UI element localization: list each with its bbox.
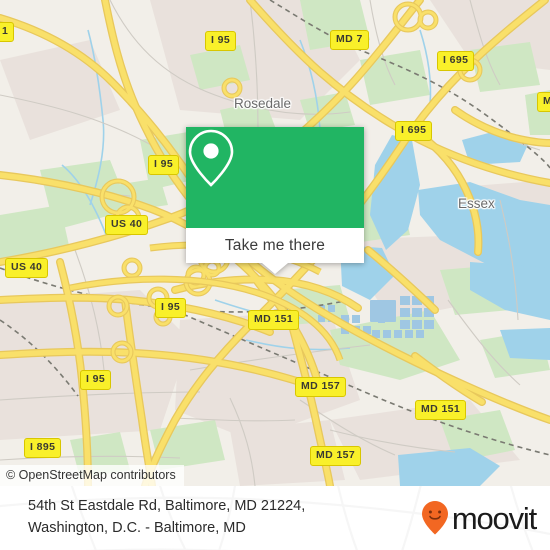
footer-bar: 54th St Eastdale Rd, Baltimore, MD 21224…: [0, 486, 550, 550]
highway-shield: I 95: [205, 31, 237, 51]
location-callout-card[interactable]: Take me there: [186, 127, 364, 274]
address-line-1: 54th St Eastdale Rd, Baltimore, MD 21224…: [28, 498, 306, 514]
place-label-essex: Essex: [458, 196, 495, 211]
moovit-brand[interactable]: moovit: [421, 500, 537, 536]
moovit-wordmark: moovit: [451, 500, 537, 536]
address-block: 54th St Eastdale Rd, Baltimore, MD 21224…: [28, 495, 305, 540]
take-me-there-label: Take me there: [224, 236, 326, 254]
highway-shield: 1: [0, 22, 15, 42]
highway-shield: I 695: [395, 121, 433, 141]
callout-action-panel[interactable]: Take me there: [186, 228, 364, 263]
highway-shield: MD 157: [295, 377, 347, 397]
map-pin-icon: [188, 129, 234, 187]
highway-shield: M: [537, 92, 550, 112]
place-label-rosedale: Rosedale: [234, 96, 292, 111]
highway-shield: I 695: [437, 51, 475, 71]
callout-image-panel: [186, 127, 364, 228]
highway-shield: US 40: [105, 215, 149, 235]
highway-shield: US 40: [5, 258, 49, 278]
address-line-2: Washington, D.C. - Baltimore, MD: [28, 520, 246, 537]
osm-attribution[interactable]: © OpenStreetMap contributors: [0, 465, 184, 486]
callout-pointer: [262, 263, 288, 274]
highway-shield: I 95: [148, 155, 180, 175]
map-canvas[interactable]: Rosedale Essex 1 I 95 MD 7 I 695 M I 695…: [0, 0, 550, 486]
map-screenshot: Rosedale Essex 1 I 95 MD 7 I 695 M I 695…: [0, 0, 550, 550]
highway-shield: MD 157: [310, 446, 362, 466]
highway-shield: MD 151: [248, 310, 300, 330]
highway-shield: I 95: [155, 298, 187, 318]
highway-shield: MD 7: [330, 30, 369, 50]
highway-shield: I 895: [24, 438, 62, 458]
highway-shield: MD 151: [415, 400, 467, 420]
highway-shield: I 95: [80, 370, 112, 390]
moovit-pin-icon: [421, 501, 448, 535]
